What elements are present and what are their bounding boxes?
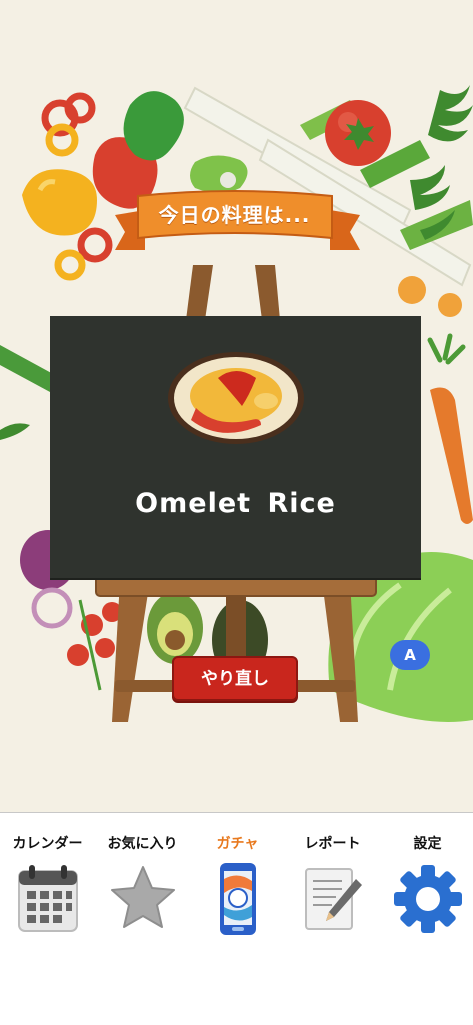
- tab-gacha[interactable]: ガチャ: [190, 813, 285, 943]
- gear-icon: [394, 865, 462, 933]
- banner-title: 今日の料理は...: [158, 203, 311, 227]
- tab-settings-label: 設定: [413, 836, 442, 852]
- floating-a-button[interactable]: A: [390, 640, 430, 670]
- result-board: Omelet Rice: [50, 316, 421, 578]
- gacha-phone-icon: [220, 863, 256, 935]
- tab-calendar[interactable]: カレンダー: [0, 813, 95, 943]
- tomato-illustration: [325, 100, 391, 166]
- redo-button[interactable]: やり直し: [172, 656, 298, 701]
- carrot-illustration: [427, 333, 473, 524]
- tab-report[interactable]: レポート: [285, 813, 380, 943]
- tab-report-label: レポート: [304, 836, 361, 852]
- omelet-rice-icon: [168, 352, 304, 444]
- calendar-icon: [18, 865, 78, 932]
- tab-gacha-label: ガチャ: [216, 836, 259, 852]
- tab-calendar-label: カレンダー: [12, 836, 83, 852]
- report-pencil-icon: [305, 868, 362, 930]
- tab-settings[interactable]: 設定: [380, 813, 473, 943]
- bottom-tab-bar: カレンダー お気に入り ガチャ レポート 設定: [0, 812, 473, 1025]
- dish-name: Omelet Rice: [135, 488, 336, 519]
- star-icon: [111, 866, 175, 928]
- tab-favorites[interactable]: お気に入り: [95, 813, 190, 943]
- tab-favorites-label: お気に入り: [107, 836, 178, 852]
- cherry-tomatoes: [67, 599, 122, 691]
- gacha-stage: 今日の料理は... Omelet Rice やり直し A: [0, 0, 473, 812]
